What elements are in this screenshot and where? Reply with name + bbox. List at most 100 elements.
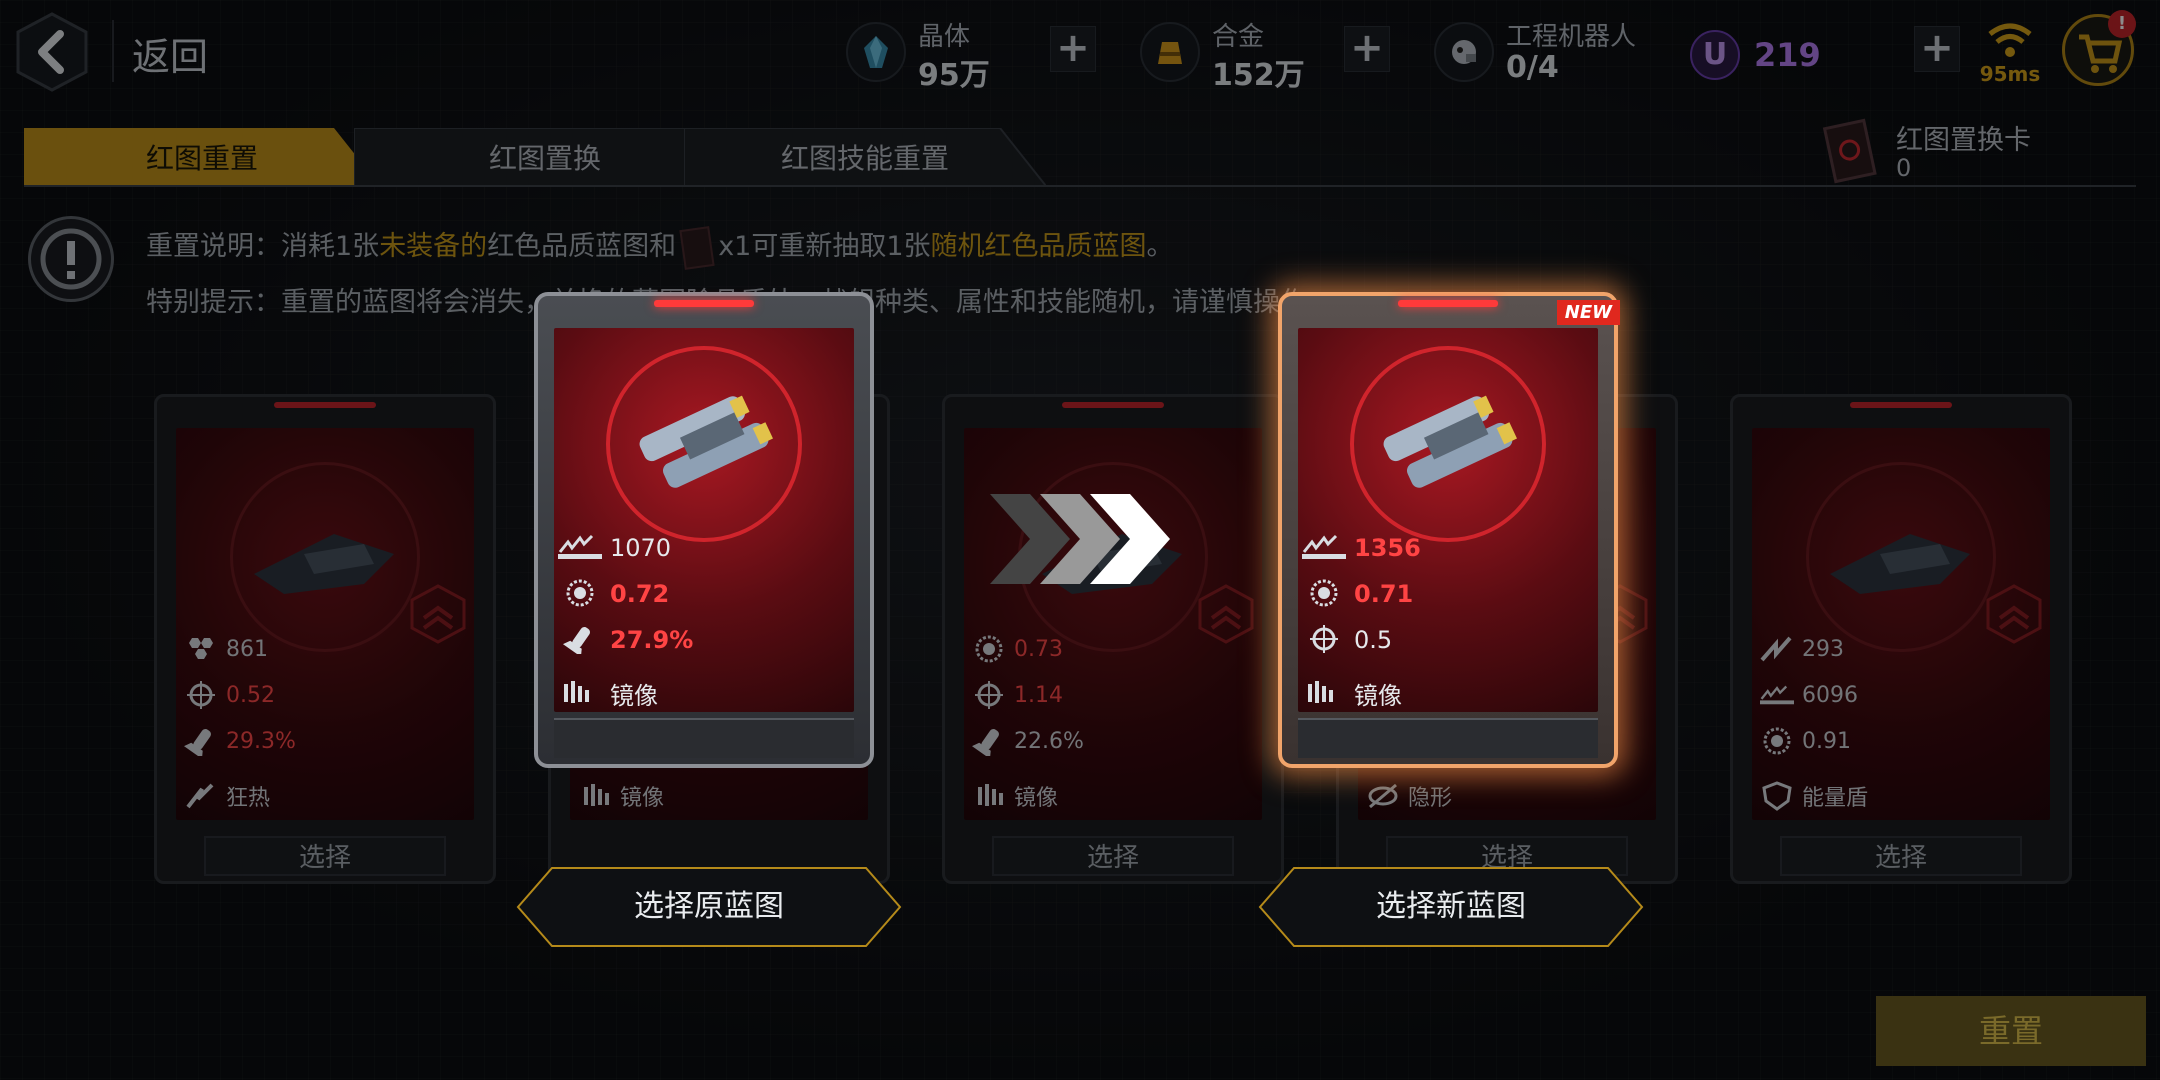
- mirror-icon: [1302, 678, 1346, 710]
- stat-value: 27.9%: [610, 626, 694, 654]
- select-button[interactable]: 选择: [992, 836, 1234, 876]
- quality-light: [1850, 402, 1952, 408]
- skill-row: 能量盾: [1760, 780, 1868, 812]
- stat-value: 0.5: [1354, 626, 1393, 654]
- mirror-icon: [972, 781, 1006, 811]
- select-button[interactable]: 选择: [1780, 836, 2022, 876]
- shield-icon: [1760, 781, 1794, 811]
- add-crystal-button[interactable]: +: [1050, 26, 1096, 72]
- stat-value: 1356: [1354, 534, 1421, 562]
- tab-red-swap[interactable]: 红图置换: [354, 128, 736, 186]
- stat-row: 0.91: [1760, 726, 1851, 756]
- resource-name: 合金: [1212, 22, 1265, 52]
- ping-value: 95ms: [1979, 62, 2041, 86]
- choose-new-button[interactable]: 选择新蓝图: [1258, 866, 1644, 948]
- mirror-icon: [558, 678, 602, 710]
- missile-icon: [558, 624, 602, 657]
- add-u-coin-button[interactable]: +: [1914, 26, 1960, 72]
- stat-row: 22.6%: [971, 726, 1084, 759]
- blueprint-card[interactable]: 293 6096 0.91 能量盾 选择: [1730, 394, 2072, 884]
- stat-value: 0.91: [1802, 728, 1851, 754]
- divider: [112, 20, 114, 82]
- stat-row: 0.73: [972, 634, 1063, 664]
- back-label[interactable]: 返回: [132, 26, 208, 81]
- tab-label: 红图技能重置: [780, 142, 949, 175]
- quality-light: [654, 300, 754, 307]
- crosshair-icon: [1302, 624, 1346, 656]
- tab-red-reset[interactable]: 红图重置: [24, 128, 380, 186]
- top-bar: 返回 晶体 95万 + 合金 152万 + 工程机器人 0/4 U 219 + …: [0, 0, 2160, 110]
- swap-card-icon: [1822, 118, 1877, 184]
- card-base: [554, 718, 854, 758]
- text: 。: [1146, 231, 1174, 262]
- swap-card-icon: [679, 225, 715, 270]
- stat-row: 861: [184, 634, 268, 664]
- stat-value: 0.52: [226, 682, 275, 708]
- quality-light: [1398, 300, 1498, 307]
- tab-label: 红图重置: [145, 142, 258, 175]
- add-alloy-button[interactable]: +: [1344, 26, 1390, 72]
- missile-icon: [971, 726, 1006, 759]
- stat-row: 27.9%: [558, 624, 694, 657]
- resource-name: 工程机器人: [1506, 22, 1637, 52]
- skill-name: 镜像: [1014, 786, 1059, 811]
- wings-icon: [1760, 634, 1794, 664]
- blueprint-card[interactable]: 861 0.52 29.3% 狂热 选择: [154, 394, 496, 884]
- text: 红色品质蓝图和: [487, 231, 677, 262]
- skill-name: 镜像: [620, 786, 665, 811]
- blueprint-card[interactable]: 0.73 1.14 22.6% 镜像选择: [942, 394, 1284, 884]
- skill-row: 镜像: [578, 780, 664, 812]
- card-base: [1298, 718, 1598, 758]
- stat-value: 1070: [610, 534, 672, 562]
- stat-row: 6096: [1760, 680, 1858, 710]
- stat-row: 0.72: [558, 578, 669, 610]
- alloy-icon: [1140, 22, 1200, 82]
- tab-red-skill-reset[interactable]: 红图技能重置: [684, 128, 1046, 186]
- skill-name: 狂热: [226, 786, 271, 811]
- stat-row: 0.71: [1302, 578, 1413, 610]
- crystal-icon: [846, 22, 906, 82]
- stat-value: 6096: [1802, 682, 1858, 708]
- reset-description: 重置说明：消耗1张未装备的红色品质蓝图和 x1可重新抽取1张随机红色品质蓝图。: [146, 224, 1174, 270]
- hexagons-icon: [184, 634, 218, 664]
- robot-icon: [1434, 22, 1494, 82]
- swap-card-value: 0: [1896, 154, 1912, 182]
- skill-row: 镜像: [558, 676, 658, 711]
- stat-row: 0.5: [1302, 624, 1392, 656]
- back-button[interactable]: [14, 10, 90, 94]
- stat-row: 0.52: [184, 680, 275, 710]
- skill-row: 狂热: [184, 780, 270, 812]
- stat-row: 1356: [1302, 532, 1421, 564]
- button-label: 选择新蓝图: [1376, 889, 1526, 924]
- skill-name: 能量盾: [1802, 786, 1869, 811]
- resource-value: 152万: [1212, 58, 1305, 93]
- stat-value: 1.14: [1014, 682, 1063, 708]
- quality-light: [274, 402, 376, 408]
- rank-icon: [1198, 584, 1254, 644]
- ship-icon: [639, 395, 773, 488]
- select-button[interactable]: 选择: [204, 836, 446, 876]
- flame-icon: [184, 781, 218, 811]
- skill-row: 隐形: [1366, 780, 1452, 812]
- new-blueprint-card[interactable]: NEW 1356 0.71 0.5 镜像: [1278, 292, 1620, 768]
- stat-row: 1.14: [972, 680, 1063, 710]
- stat-value: 0.71: [1354, 580, 1414, 608]
- speed-icon: [1302, 532, 1346, 564]
- swap-card-count: 红图置换卡 0: [1810, 118, 2130, 188]
- choose-original-button[interactable]: 选择原蓝图: [516, 866, 902, 948]
- button-label: 选择原蓝图: [634, 889, 784, 924]
- text: x1可重新抽取1张: [718, 231, 931, 262]
- speed-icon: [558, 532, 602, 564]
- skill-name: 镜像: [1354, 682, 1402, 710]
- gear-icon: [972, 634, 1006, 664]
- chevron-right-icon: [990, 494, 1170, 584]
- gear-icon: [558, 578, 602, 610]
- network-status: 95ms: [1975, 16, 2045, 86]
- tab-label: 红图置换: [488, 142, 601, 175]
- u-coin-icon: U: [1690, 30, 1740, 80]
- reset-button[interactable]: 重置: [1876, 996, 2146, 1066]
- ship-icon: [1383, 395, 1517, 488]
- original-blueprint-card[interactable]: 1070 0.72 27.9% 镜像: [534, 292, 874, 768]
- stat-row: 1070: [558, 532, 671, 564]
- speed-icon: [1760, 680, 1794, 710]
